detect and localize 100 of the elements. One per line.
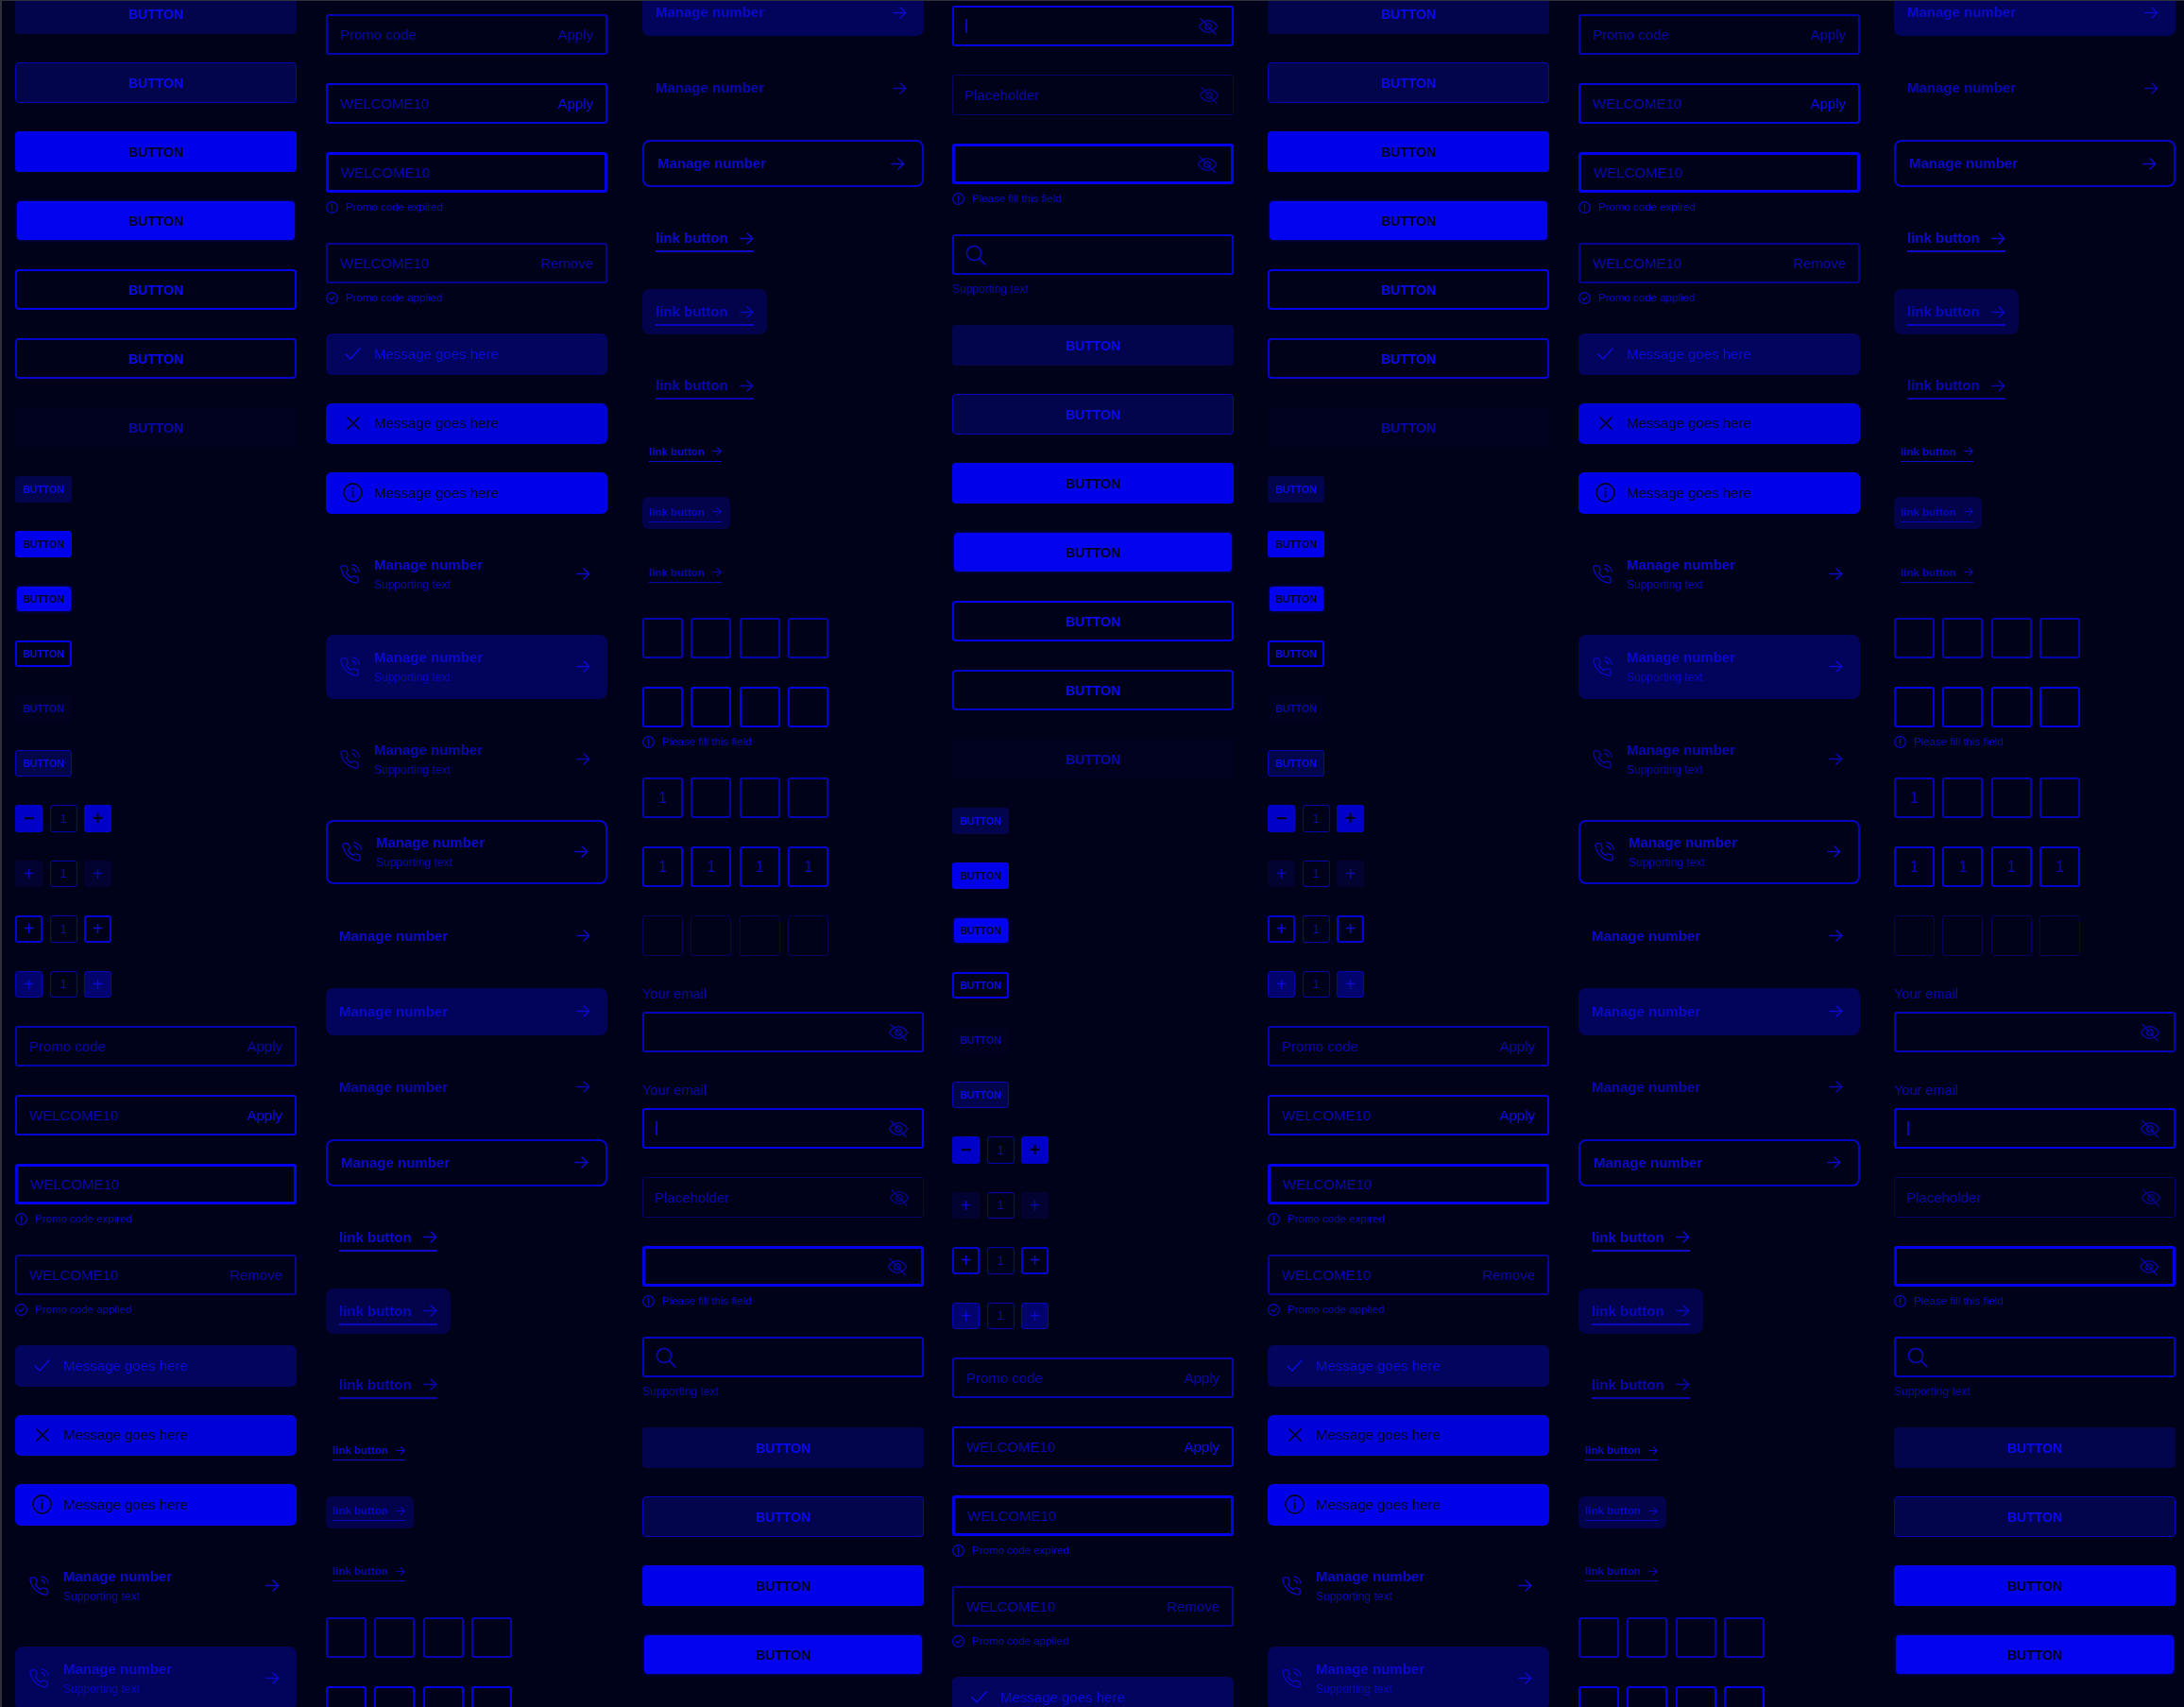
code-digit-field[interactable] [1942,618,1984,658]
filled-button[interactable]: BUTTON [1268,131,1549,172]
promo-code-field[interactable]: WELCOME10 Remove [1578,243,1860,283]
quantity-field[interactable]: 1 [1302,970,1330,998]
quantity-field[interactable]: 1 [49,805,77,832]
filled-button[interactable]: BUTTON [642,1565,924,1606]
link-button[interactable]: link button [1894,436,1982,469]
stepper-button[interactable]: + [1268,970,1295,998]
stepper-button[interactable]: + [1021,1302,1049,1329]
code-digit-field[interactable] [1894,687,1935,727]
password-field[interactable] [1894,1108,2175,1149]
promo-code-field[interactable]: WELCOME10 Apply [952,1426,1234,1467]
list-item[interactable]: Manage number [326,912,607,960]
eye-slash-icon[interactable] [1198,16,1219,36]
eye-slash-icon[interactable] [888,1022,909,1042]
stepper-button[interactable]: + [1337,915,1364,943]
small-outlined-button[interactable]: BUTTON [1268,640,1324,667]
stepper-button[interactable]: − [952,1136,980,1164]
promo-code-field[interactable]: WELCOME10 Apply [326,83,607,124]
code-digit-field[interactable] [1724,1616,1766,1658]
link-button[interactable]: link button [642,497,730,529]
action-link[interactable]: Apply [247,1038,282,1054]
link-button[interactable]: link button [1894,497,1982,529]
action-link[interactable]: Remove [230,1267,282,1283]
list-item[interactable]: Manage number Supporting text [326,634,607,699]
code-digit-field[interactable] [1894,618,1935,658]
link-button[interactable]: link button [1894,289,2019,334]
small-filled-button[interactable]: BUTTON [15,531,72,557]
password-field[interactable] [1894,1246,2175,1287]
list-item[interactable]: Manage number [326,987,607,1035]
pressed-filled-button[interactable]: BUTTON [17,201,295,240]
code-digit-field[interactable]: 1 [1990,846,2032,887]
code-digit-field[interactable] [2039,777,2081,818]
link-button[interactable]: link button [326,1495,414,1528]
action-link[interactable]: Apply [1810,95,1846,111]
code-digit-field[interactable]: 1 [788,846,829,887]
promo-code-field[interactable]: Promo code Apply [1268,1026,1549,1067]
promo-code-field[interactable]: WELCOME10 Apply [1268,1095,1549,1135]
stepper-button[interactable]: + [1021,1247,1049,1274]
stepper-button[interactable]: + [15,970,43,998]
link-button[interactable]: link button [1578,1288,1703,1334]
tonal-button[interactable]: BUTTON [15,1,297,34]
list-item[interactable]: Manage number Supporting text [15,1553,297,1618]
quantity-field[interactable]: 1 [986,1302,1015,1329]
code-digit-field[interactable] [1675,1616,1716,1658]
code-digit-field[interactable] [2039,687,2081,727]
action-link[interactable]: Remove [1482,1267,1535,1283]
pressed-small-filled-button[interactable]: BUTTON [953,918,1008,943]
code-digit-field[interactable] [374,1616,416,1658]
link-button[interactable]: link button [642,436,730,469]
small-outlined-tonal-button[interactable]: BUTTON [1268,750,1324,777]
action-link[interactable]: Apply [1499,1107,1535,1123]
outlined-button[interactable]: BUTTON [952,601,1234,641]
list-item[interactable]: Manage number [642,1,924,36]
code-digit-field[interactable]: 1 [642,777,683,818]
code-digit-field[interactable] [1990,777,2032,818]
stepper-button[interactable]: + [84,805,111,832]
pressed-filled-button[interactable]: BUTTON [1270,201,1547,240]
promo-code-field[interactable]: WELCOME10 [952,1495,1234,1536]
list-item[interactable]: Manage number [1578,912,1860,960]
action-link[interactable]: Apply [1499,1038,1535,1054]
password-field[interactable] [952,144,1234,184]
outlined-button[interactable]: BUTTON [1268,269,1549,310]
list-item[interactable]: Manage number Supporting text [1268,1646,1549,1707]
promo-code-field[interactable]: WELCOME10 Remove [1268,1255,1549,1295]
small-tonal-button[interactable]: BUTTON [1268,476,1324,503]
outlined-tonal-button[interactable]: BUTTON [952,394,1234,435]
code-digit-field[interactable] [642,687,683,727]
code-digit-field[interactable] [788,777,829,818]
list-item[interactable]: Manage number Supporting text [1578,819,1860,884]
stepper-button[interactable]: + [1337,805,1364,832]
outlined-tonal-button[interactable]: BUTTON [15,62,297,103]
search-field[interactable] [642,1337,924,1377]
stepper-button[interactable]: + [84,970,111,998]
code-digit-field[interactable]: 1 [1894,846,1935,887]
link-button[interactable]: link button [1578,1214,1703,1260]
promo-code-field[interactable]: WELCOME10 [1268,1164,1549,1204]
small-tonal-button[interactable]: BUTTON [952,808,1009,834]
small-outlined-button[interactable]: BUTTON [952,972,1009,999]
code-digit-field[interactable] [788,687,829,727]
action-link[interactable]: Remove [1167,1598,1220,1614]
action-link[interactable]: Apply [557,26,593,43]
quantity-field[interactable]: 1 [986,1136,1015,1164]
eye-slash-icon[interactable] [888,1118,909,1138]
outlined-button[interactable]: BUTTON [952,670,1234,710]
action-link[interactable]: Apply [1184,1439,1220,1455]
code-digit-field[interactable]: 1 [1942,846,1984,887]
search-field[interactable] [1894,1337,2175,1377]
list-item[interactable]: Manage number [1894,140,2175,187]
small-outlined-tonal-button[interactable]: BUTTON [952,1082,1009,1108]
promo-code-field[interactable]: Promo code Apply [326,14,607,55]
quantity-field[interactable]: 1 [986,1247,1015,1274]
promo-code-field[interactable]: WELCOME10 Apply [1578,83,1860,124]
outlined-button[interactable]: BUTTON [15,338,297,379]
code-digit-field[interactable] [739,777,780,818]
action-link[interactable]: Apply [1810,26,1846,43]
list-item[interactable]: Manage number [1894,1,2175,36]
quantity-field[interactable]: 1 [1302,805,1330,832]
password-field[interactable] [1894,1012,2175,1052]
eye-slash-icon[interactable] [2140,1118,2160,1138]
